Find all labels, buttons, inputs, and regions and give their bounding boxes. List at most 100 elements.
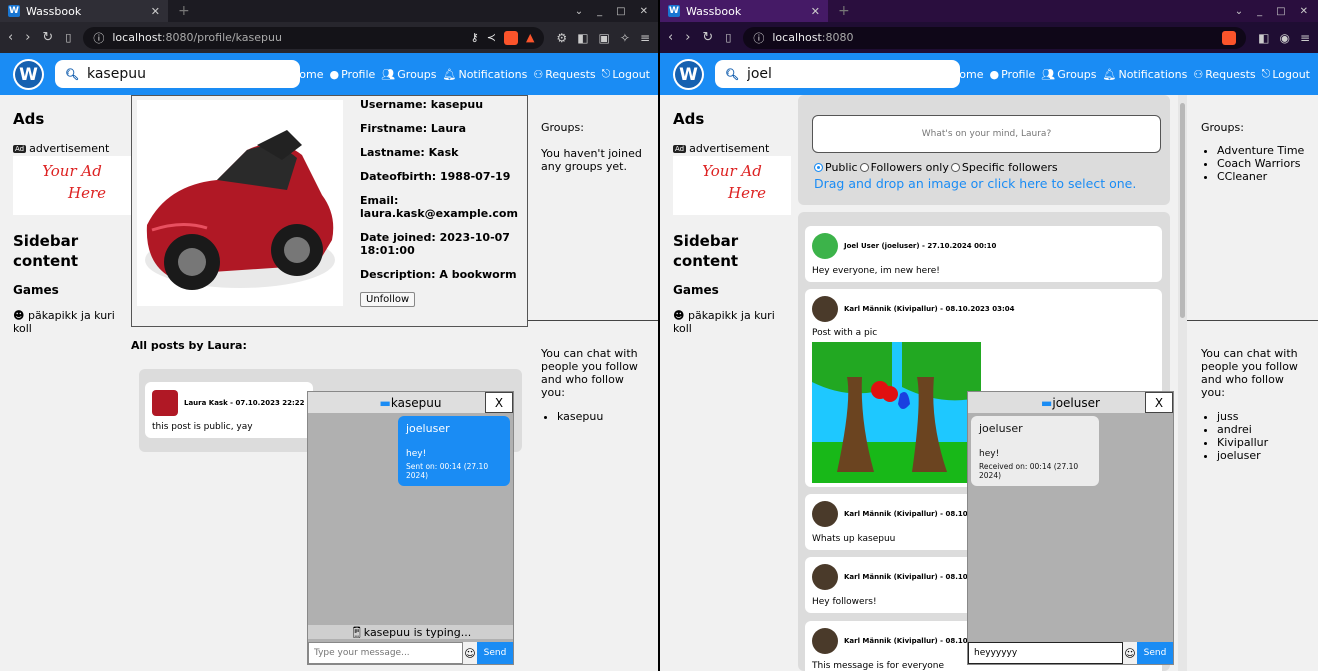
- site-info-icon[interactable]: ⓘ: [753, 30, 764, 46]
- url-field[interactable]: ⓘ localhost:8080: [743, 26, 1247, 49]
- maximize-icon[interactable]: □: [1276, 6, 1285, 17]
- bookmark-icon[interactable]: ▯: [65, 31, 71, 44]
- tab-close-icon[interactable]: ✕: [151, 5, 160, 18]
- key-icon[interactable]: ⚷: [471, 31, 479, 44]
- image-upload-link[interactable]: Drag and drop an image or click here to …: [814, 176, 1136, 191]
- post-image[interactable]: [812, 342, 981, 483]
- avatar[interactable]: [152, 390, 178, 416]
- sidebar-icon[interactable]: ◧: [1258, 31, 1269, 45]
- unfollow-button[interactable]: Unfollow: [360, 292, 416, 307]
- avatar[interactable]: [812, 296, 838, 322]
- url-field[interactable]: ⓘ localhost:8080/profile/kasepuu ⚷ ≺ ▲: [83, 26, 545, 49]
- chat-contact[interactable]: andrei: [1217, 423, 1311, 436]
- menu-icon[interactable]: ≡: [1300, 31, 1310, 45]
- leo-icon[interactable]: ✧: [620, 31, 630, 45]
- wassbook-logo[interactable]: W: [13, 59, 44, 90]
- nav-notifications[interactable]: 🔔︎ Notifications: [443, 68, 528, 81]
- nav-logout[interactable]: ⎋ Logout: [1262, 67, 1310, 81]
- browser-tab[interactable]: W Wassbook ✕: [660, 0, 828, 22]
- post-author[interactable]: Karl Männik (Kivipallur) - 08.10.2: [844, 637, 975, 645]
- share-icon[interactable]: ≺: [487, 31, 496, 44]
- sidebar-icon[interactable]: ◧: [577, 31, 588, 45]
- nav-requests[interactable]: ⚇ Requests: [533, 68, 595, 81]
- extensions-icon[interactable]: ⚙: [556, 31, 567, 45]
- avatar[interactable]: [812, 233, 838, 259]
- send-button[interactable]: Send: [477, 642, 513, 664]
- brave-shield-icon[interactable]: [1222, 30, 1237, 45]
- nav-notifications[interactable]: 🔔︎ Notifications: [1103, 68, 1188, 81]
- post-author[interactable]: Joel User (joeluser) - 27.10.2024 00:10: [844, 242, 996, 250]
- group-link[interactable]: Coach Warriors: [1217, 157, 1311, 170]
- send-button[interactable]: Send: [1137, 642, 1173, 664]
- reload-icon[interactable]: ↻: [42, 30, 53, 45]
- forward-icon[interactable]: ›: [25, 30, 30, 45]
- chat-input[interactable]: [308, 642, 463, 664]
- chat-contact[interactable]: joeluser: [1217, 449, 1311, 462]
- post-author[interactable]: Karl Männik (Kivipallur) - 08.10.2: [844, 573, 975, 581]
- bookmark-icon[interactable]: ▯: [725, 31, 731, 44]
- avatar[interactable]: [812, 501, 838, 527]
- site-info-icon[interactable]: ⓘ: [93, 30, 104, 46]
- post-author[interactable]: Karl Männik (Kivipallur) - 08.10.2023 03…: [844, 305, 1015, 313]
- browser-tab[interactable]: W Wassbook ✕: [0, 0, 168, 22]
- tab-list-icon[interactable]: ⌄: [575, 6, 583, 17]
- radio-public[interactable]: [814, 163, 823, 172]
- radio-followers-only[interactable]: [859, 163, 869, 172]
- nav-requests[interactable]: ⚇ Requests: [1193, 68, 1255, 81]
- chat-close-button[interactable]: X: [485, 392, 513, 413]
- emoji-icon[interactable]: ☺: [463, 647, 477, 660]
- rewards-icon[interactable]: ▲: [526, 31, 534, 44]
- private-icon[interactable]: ◉: [1279, 31, 1289, 45]
- radio-specific-followers[interactable]: [950, 163, 960, 172]
- search-input[interactable]: [86, 66, 277, 82]
- game-link[interactable]: ☻ päkapikk ja kuri koll: [13, 309, 133, 335]
- maximize-icon[interactable]: □: [616, 6, 625, 17]
- back-icon[interactable]: ‹: [8, 30, 13, 45]
- groups-icon: 👥︎: [1041, 67, 1056, 81]
- ad-banner[interactable]: Your Ad Here: [13, 156, 131, 215]
- all-posts-heading: All posts by Laura:: [131, 339, 247, 352]
- groups-label: Groups:: [541, 121, 584, 134]
- post-author[interactable]: Laura Kask - 07.10.2023 22:22: [184, 399, 305, 407]
- minimize-icon[interactable]: _: [1257, 6, 1262, 17]
- tab-close-icon[interactable]: ✕: [811, 5, 820, 18]
- reload-icon[interactable]: ↻: [702, 30, 713, 45]
- nav-home[interactable]: ⌂ Home: [282, 68, 323, 81]
- wallet-icon[interactable]: ▣: [599, 31, 610, 45]
- post-composer-input[interactable]: What's on your mind, Laura?: [812, 115, 1161, 153]
- brave-shield-icon[interactable]: [503, 30, 518, 45]
- back-icon[interactable]: ‹: [668, 30, 673, 45]
- avatar[interactable]: [812, 564, 838, 590]
- nav-home[interactable]: ⌂ Home: [942, 68, 983, 81]
- nav-groups[interactable]: 👥︎ Groups: [381, 68, 436, 81]
- game-link[interactable]: ☻ päkapikk ja kuri koll: [673, 309, 793, 335]
- new-tab-icon[interactable]: +: [838, 3, 850, 19]
- emoji-icon[interactable]: ☺: [1123, 647, 1137, 660]
- search-icon: 🔍︎: [725, 67, 739, 81]
- group-link[interactable]: Adventure Time: [1217, 144, 1311, 157]
- close-window-icon[interactable]: ✕: [640, 6, 648, 17]
- avatar[interactable]: [812, 628, 838, 654]
- close-window-icon[interactable]: ✕: [1300, 6, 1308, 17]
- search-input[interactable]: [746, 66, 937, 82]
- nav-logout[interactable]: ⎋ Logout: [602, 67, 650, 81]
- chat-input[interactable]: [968, 642, 1123, 664]
- chat-close-button[interactable]: X: [1145, 392, 1173, 413]
- nav-groups[interactable]: 👥︎ Groups: [1041, 68, 1096, 81]
- post-author[interactable]: Karl Männik (Kivipallur) - 08.10.2: [844, 510, 975, 518]
- tab-list-icon[interactable]: ⌄: [1235, 6, 1243, 17]
- chat-contact[interactable]: Kivipallur: [1217, 436, 1311, 449]
- new-tab-icon[interactable]: +: [178, 3, 190, 19]
- chat-contact[interactable]: juss: [1217, 410, 1311, 423]
- chat-contact[interactable]: kasepuu: [557, 410, 651, 423]
- page-scrollbar[interactable]: [1178, 95, 1187, 671]
- minimize-icon[interactable]: _: [597, 6, 602, 17]
- forward-icon[interactable]: ›: [685, 30, 690, 45]
- group-link[interactable]: CCleaner: [1217, 170, 1311, 183]
- wassbook-logo[interactable]: W: [673, 59, 704, 90]
- nav-profile[interactable]: ● Profile: [989, 68, 1035, 81]
- ad-banner[interactable]: Your Ad Here: [673, 156, 791, 215]
- scrollbar-thumb[interactable]: [1180, 103, 1185, 318]
- menu-icon[interactable]: ≡: [640, 31, 650, 45]
- nav-profile[interactable]: ● Profile: [329, 68, 375, 81]
